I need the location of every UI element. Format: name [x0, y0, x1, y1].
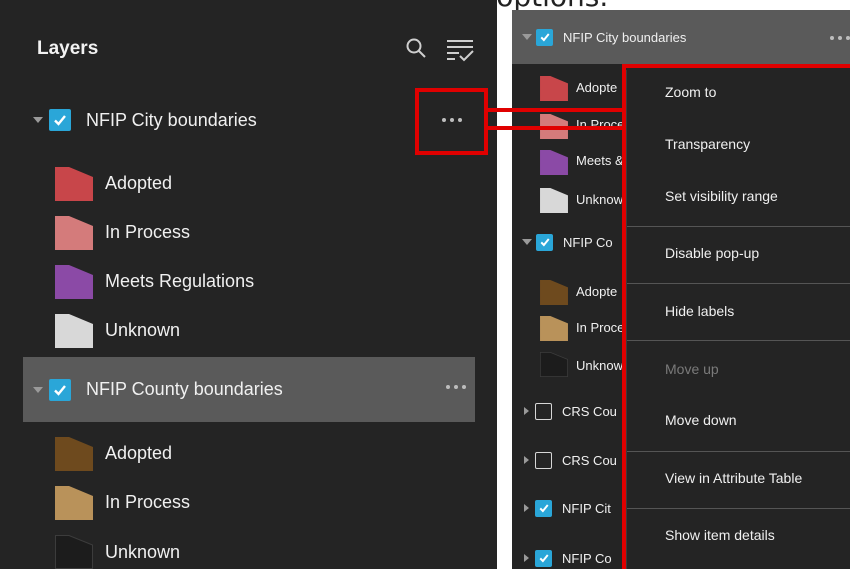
layer-checkbox[interactable]: [535, 549, 552, 567]
chevron-right-icon[interactable]: [524, 554, 529, 562]
chevron-right-icon[interactable]: [524, 504, 529, 512]
legend-swatch: [540, 150, 568, 175]
chevron-down-icon[interactable]: [522, 239, 532, 245]
check-icon: [540, 238, 550, 247]
legend-label: Adopte: [576, 284, 618, 299]
legend-swatch: [540, 352, 568, 377]
legend-label: In Process: [105, 492, 191, 512]
layer-name: NFIP City boundaries: [86, 109, 257, 130]
legend-label: In Process: [105, 222, 191, 242]
legend-label: In Proce: [576, 320, 625, 335]
menu-highlight-box: [622, 64, 850, 569]
check-icon: [54, 384, 66, 396]
layer-name: NFIP County boundaries: [86, 379, 283, 399]
legend-label: Adopte: [576, 80, 618, 95]
check-icon: [539, 504, 549, 513]
legend-swatch: [55, 535, 93, 569]
legend-swatch: [55, 265, 93, 299]
layer-checkbox[interactable]: [536, 233, 553, 251]
legend-swatch: [55, 167, 93, 201]
legend-label: Adopted: [105, 443, 173, 463]
legend-label: Unknow: [576, 192, 623, 207]
layer-name: NFIP Cit: [562, 500, 611, 516]
chevron-right-icon[interactable]: [524, 456, 529, 464]
legend-swatch: [540, 76, 568, 101]
legend-label: Meets &: [576, 153, 624, 168]
legend-label: Unknow: [576, 358, 623, 373]
layer-name: NFIP Co: [563, 234, 613, 250]
check-icon: [539, 554, 549, 563]
legend-swatch: [55, 314, 93, 348]
layer-checkbox[interactable]: [536, 28, 553, 46]
legend-label: Unknown: [105, 320, 181, 340]
check-icon: [54, 115, 66, 126]
layer-row-city[interactable]: NFIP City boundaries: [512, 10, 850, 64]
layer-checkbox[interactable]: [535, 499, 552, 517]
search-icon[interactable]: [405, 37, 427, 59]
check-icon: [540, 33, 550, 42]
layers-panel: Layers NFIP City boundaries Adopted In P…: [0, 0, 497, 569]
chevron-down-icon[interactable]: [33, 117, 43, 123]
legend-label: Meets Regulations: [105, 271, 255, 291]
legend-swatch: [540, 316, 568, 341]
highlight-box: [415, 88, 488, 155]
legend-swatch: [55, 437, 93, 471]
panel-title: Layers: [37, 38, 99, 59]
layer-name: CRS Cou: [562, 452, 617, 468]
legend-swatch: [540, 280, 568, 305]
chevron-down-icon[interactable]: [33, 386, 43, 393]
layer-row-county[interactable]: NFIP County boundaries: [23, 357, 475, 422]
chevron-right-icon[interactable]: [524, 407, 529, 415]
layer-name: NFIP Co: [562, 550, 612, 566]
chevron-down-icon[interactable]: [522, 34, 532, 40]
legend-swatch: [540, 188, 568, 213]
arrow-connector: [484, 126, 626, 130]
arrow-connector: [484, 108, 626, 112]
legend-label: Unknown: [105, 542, 181, 562]
more-options-icon[interactable]: [446, 385, 466, 389]
legend-label: Adopted: [105, 173, 173, 193]
layer-checkbox[interactable]: [49, 378, 71, 401]
layer-name: NFIP City boundaries: [563, 29, 687, 45]
layer-checkbox[interactable]: [535, 451, 552, 469]
layer-checkbox[interactable]: [49, 109, 71, 131]
legend-swatch: [55, 216, 93, 250]
layer-name: CRS Cou: [562, 403, 617, 419]
more-options-icon[interactable]: [830, 36, 850, 40]
filter-list-icon[interactable]: [445, 37, 475, 63]
legend-swatch: [55, 486, 93, 520]
layer-checkbox[interactable]: [535, 402, 552, 420]
